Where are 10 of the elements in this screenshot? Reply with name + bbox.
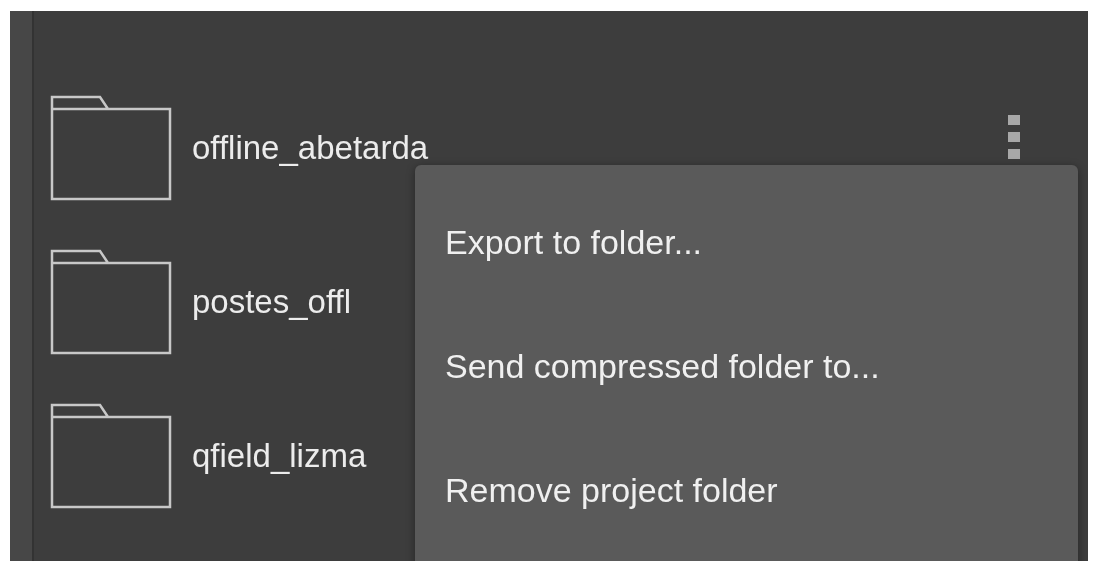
menu-item[interactable]: Export to folder...: [415, 223, 703, 262]
folder-icon: [50, 403, 172, 509]
folder-icon: [50, 249, 172, 355]
folder-icon: [50, 95, 172, 201]
folder-name[interactable]: postes_offl: [192, 283, 351, 321]
folder-name[interactable]: qfield_lizma: [192, 437, 367, 475]
more-options-icon[interactable]: [1008, 115, 1020, 159]
folder-name[interactable]: offline_abetarda: [192, 129, 429, 167]
menu-item[interactable]: Remove project folder: [415, 471, 778, 510]
menu-item[interactable]: Send compressed folder to...: [415, 347, 880, 386]
